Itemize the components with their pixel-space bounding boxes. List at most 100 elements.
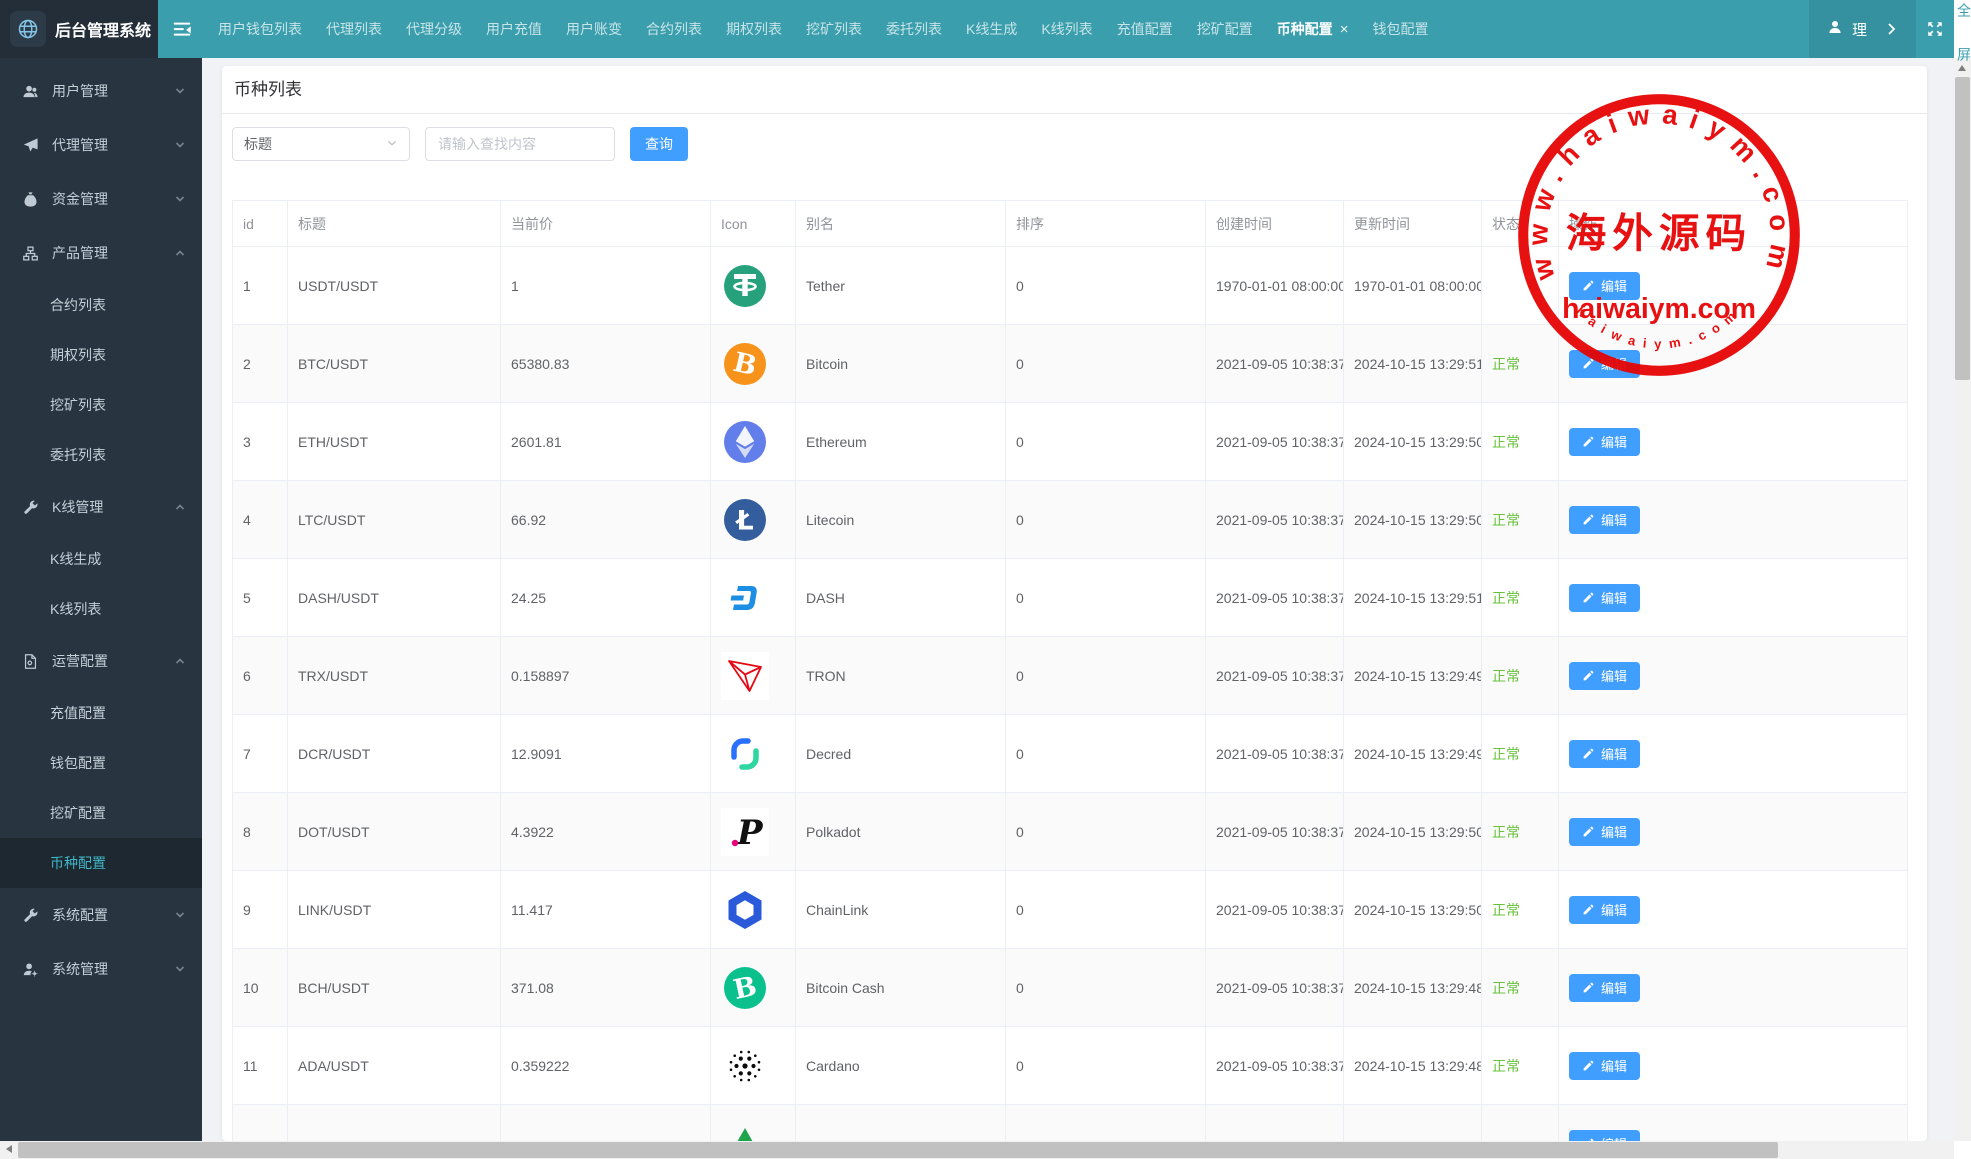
edit-button[interactable]: 编辑 — [1569, 974, 1640, 1002]
vertical-scrollbar[interactable] — [1954, 58, 1971, 1141]
edit-button[interactable]: 编辑 — [1569, 662, 1640, 690]
cell-icon — [711, 1027, 796, 1105]
cell-actions: 编辑 — [1559, 871, 1908, 949]
scroll-left-arrow-icon[interactable] — [6, 1145, 12, 1153]
fullscreen-icon[interactable] — [1916, 0, 1954, 58]
vertical-scrollbar-thumb[interactable] — [1955, 77, 1970, 380]
nav-tab[interactable]: 挖矿配置 — [1185, 0, 1265, 58]
sidebar-item-label: 用户管理 — [52, 81, 174, 101]
query-button[interactable]: 查询 — [630, 127, 688, 161]
sidebar-subitem[interactable]: 挖矿配置 — [0, 788, 202, 838]
nav-tab[interactable]: 挖矿列表 — [794, 0, 874, 58]
chevron-up-icon — [174, 247, 186, 259]
close-icon[interactable]: × — [1340, 21, 1349, 38]
cell-created: 2021-09-05 10:38:37 — [1206, 793, 1344, 871]
cell-id: 8 — [233, 793, 288, 871]
fullscreen-label[interactable]: 全屏 — [1955, 2, 1971, 92]
sidebar-item[interactable]: 资金管理 — [0, 172, 202, 226]
sidebar-subitem[interactable]: K线生成 — [0, 534, 202, 584]
edit-button[interactable]: 编辑 — [1569, 740, 1640, 768]
nav-tab[interactable]: 用户账变 — [554, 0, 634, 58]
edit-button-label: 编辑 — [1601, 276, 1627, 295]
cell-price: 24.25 — [501, 559, 711, 637]
app-window: 后台管理系统 用户钱包列表代理列表代理分级用户充值用户账变合约列表期权列表挖矿列… — [0, 0, 1971, 1159]
edit-button[interactable]: 编辑 — [1569, 506, 1640, 534]
collapse-menu-icon[interactable] — [158, 0, 206, 58]
cell-updated: 2024-10-15 13:29:50 — [1344, 403, 1482, 481]
cell-actions: 编辑 — [1559, 949, 1908, 1027]
cell-price: 0.158897 — [501, 637, 711, 715]
nav-tab-label: 期权列表 — [726, 19, 782, 39]
nav-tab[interactable]: 币种配置× — [1265, 0, 1361, 58]
bitcoin-icon: B — [721, 340, 795, 388]
sidebar-subitem[interactable]: 合约列表 — [0, 280, 202, 330]
sidebar-subitem[interactable]: 充值配置 — [0, 688, 202, 738]
nav-tab[interactable]: K线列表 — [1029, 0, 1104, 58]
edit-button[interactable]: 编辑 — [1569, 1130, 1640, 1142]
cell-created: 2021-09-05 10:38:37 — [1206, 949, 1344, 1027]
cell-updated — [1344, 1105, 1482, 1142]
cell-sort: 0 — [1006, 247, 1206, 325]
horizontal-scrollbar[interactable] — [0, 1141, 1954, 1159]
cell-updated: 2024-10-15 13:29:50 — [1344, 793, 1482, 871]
user-menu[interactable]: 理 — [1809, 0, 1916, 58]
nav-tab[interactable]: 委托列表 — [874, 0, 954, 58]
sidebar-item[interactable]: 代理管理 — [0, 118, 202, 172]
cell-icon — [711, 403, 796, 481]
cell-icon: Ł — [711, 481, 796, 559]
sidebar-subitem[interactable]: 钱包配置 — [0, 738, 202, 788]
horizontal-scrollbar-thumb[interactable] — [18, 1142, 1778, 1158]
cell-id: 2 — [233, 325, 288, 403]
sidebar-subitem-label: 期权列表 — [50, 345, 106, 365]
filter-field-value: 标题 — [244, 134, 272, 154]
edit-button[interactable]: 编辑 — [1569, 818, 1640, 846]
edit-button[interactable]: 编辑 — [1569, 1052, 1640, 1080]
sidebar-subitem[interactable]: 期权列表 — [0, 330, 202, 380]
filter-bar: 标题 查询 — [222, 114, 1927, 200]
nav-tab[interactable]: 合约列表 — [634, 0, 714, 58]
table-header-row: id标题当前价Icon别名排序创建时间更新时间状态操作 — [233, 201, 1908, 247]
nav-tab-label: 委托列表 — [886, 19, 942, 39]
sidebar-item[interactable]: 产品管理 — [0, 226, 202, 280]
sidebar-subitem[interactable]: 挖矿列表 — [0, 380, 202, 430]
edit-button[interactable]: 编辑 — [1569, 428, 1640, 456]
sidebar-item[interactable]: 用户管理 — [0, 64, 202, 118]
nav-tab[interactable]: K线生成 — [954, 0, 1029, 58]
search-input[interactable] — [425, 127, 615, 161]
sidebar-subitem[interactable]: 币种配置 — [0, 838, 202, 888]
cell-alias: Polkadot — [796, 793, 1006, 871]
table-row: 11ADA/USDT0.359222Cardano02021-09-05 10:… — [233, 1027, 1908, 1105]
sitemap-icon — [22, 245, 41, 262]
status-badge: 正常 — [1482, 559, 1559, 637]
cell-alias: Bitcoin Cash — [796, 949, 1006, 1027]
column-header: 状态 — [1482, 201, 1559, 247]
tether-icon — [721, 262, 795, 310]
nav-tab[interactable]: 代理分级 — [394, 0, 474, 58]
sidebar-item[interactable]: 运营配置 — [0, 634, 202, 688]
cell-sort: 0 — [1006, 481, 1206, 559]
edit-button[interactable]: 编辑 — [1569, 350, 1640, 378]
sidebar-item[interactable]: 系统配置 — [0, 888, 202, 942]
sidebar-item-label: K线管理 — [52, 497, 174, 517]
nav-tab-label: K线列表 — [1041, 19, 1092, 39]
sidebar-subitem[interactable]: 委托列表 — [0, 430, 202, 480]
nav-tab[interactable]: 代理列表 — [314, 0, 394, 58]
nav-tab[interactable]: 钱包配置 — [1360, 0, 1440, 58]
edit-button[interactable]: 编辑 — [1569, 896, 1640, 924]
sidebar-item[interactable]: 系统管理 — [0, 942, 202, 996]
sidebar-item[interactable]: K线管理 — [0, 480, 202, 534]
globe-icon — [10, 11, 46, 47]
edit-button-label: 编辑 — [1601, 978, 1627, 997]
nav-tab[interactable]: 用户充值 — [474, 0, 554, 58]
edit-button[interactable]: 编辑 — [1569, 584, 1640, 612]
sidebar-subitem[interactable]: K线列表 — [0, 584, 202, 634]
cell-title: DCR/USDT — [288, 715, 501, 793]
nav-tab[interactable]: 用户钱包列表 — [206, 0, 314, 58]
edit-button[interactable]: 编辑 — [1569, 272, 1640, 300]
status-badge: 正常 — [1482, 637, 1559, 715]
nav-tab-label: 用户账变 — [566, 19, 622, 39]
edit-button-label: 编辑 — [1601, 1056, 1627, 1075]
nav-tab[interactable]: 期权列表 — [714, 0, 794, 58]
filter-field-select[interactable]: 标题 — [232, 127, 410, 161]
nav-tab[interactable]: 充值配置 — [1105, 0, 1185, 58]
